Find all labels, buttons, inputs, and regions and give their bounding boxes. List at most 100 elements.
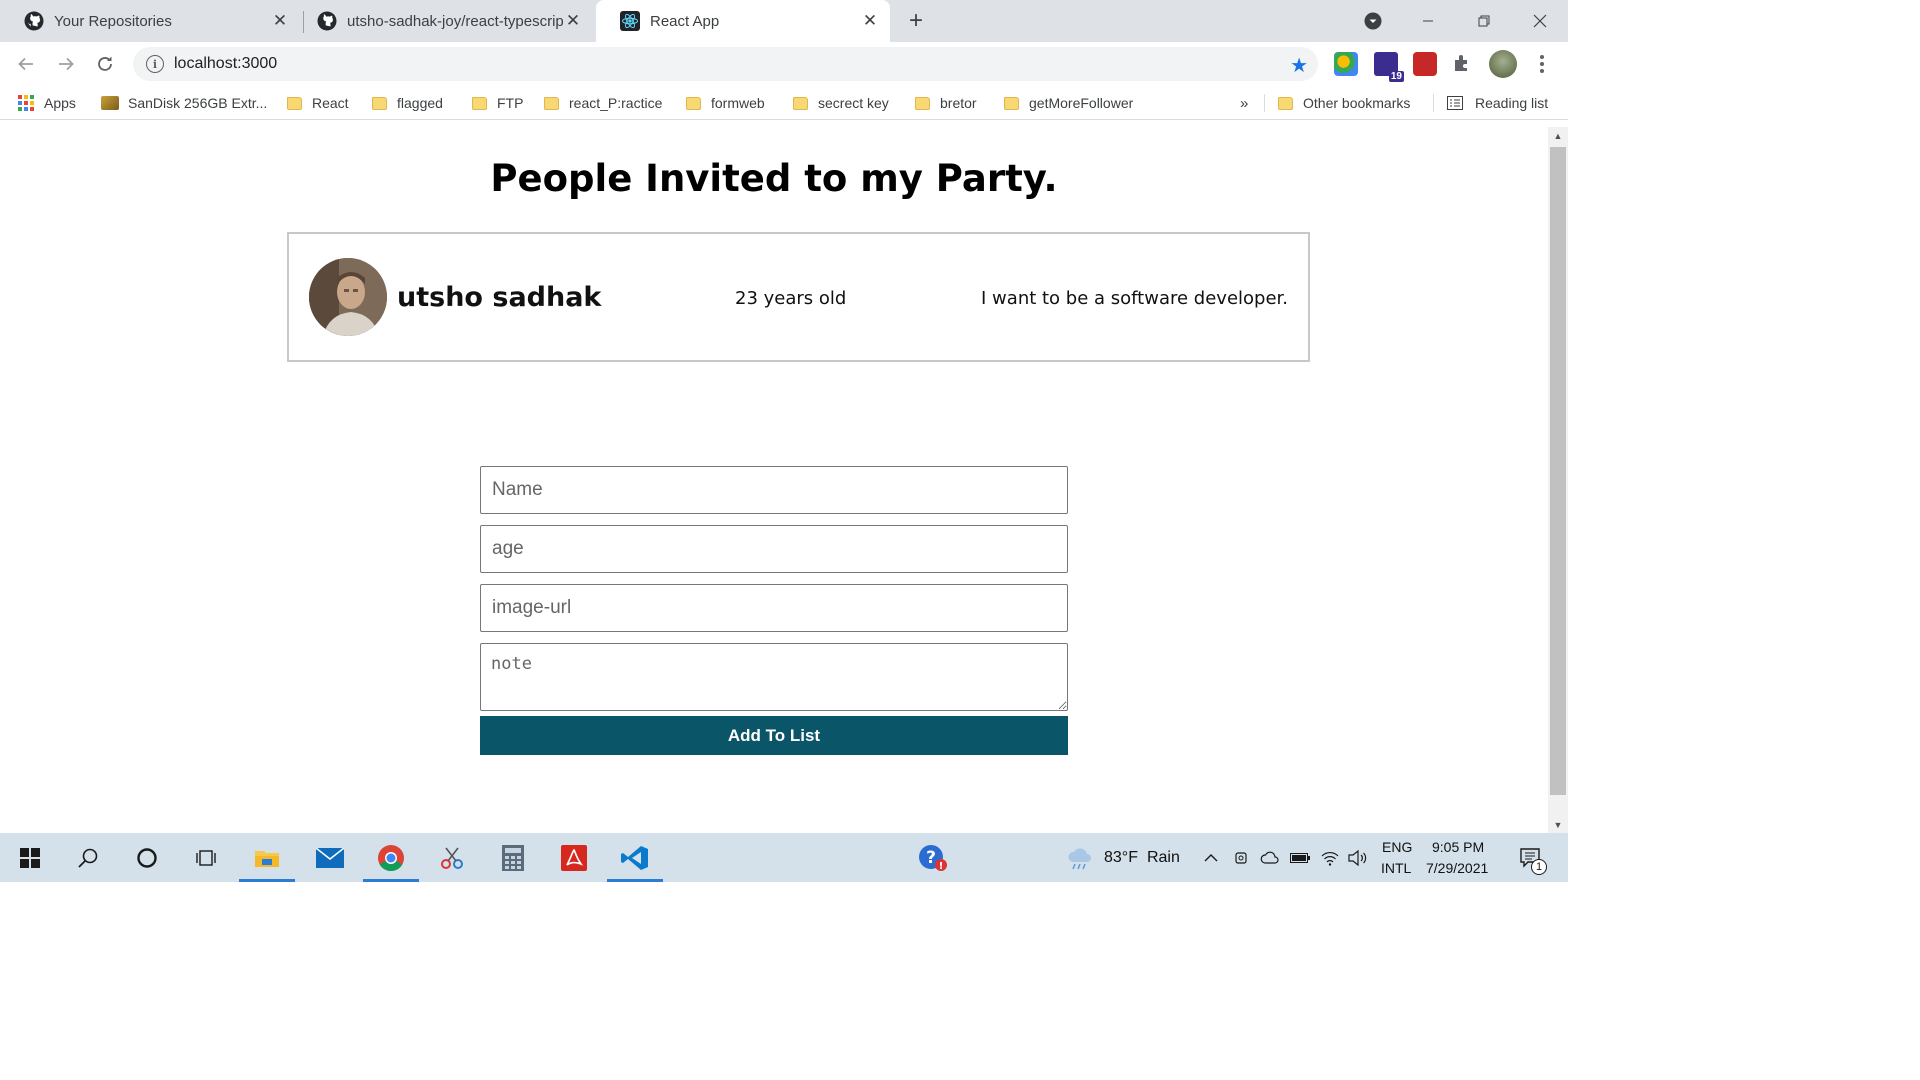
- bookmark-folder-react[interactable]: React: [287, 86, 349, 120]
- tab-title: React App: [650, 12, 720, 30]
- bookmark-label: bretor: [940, 95, 977, 111]
- extension-globe-icon[interactable]: [1334, 52, 1358, 76]
- bookmark-divider: [1264, 94, 1265, 112]
- bookmark-folder-ftp[interactable]: FTP: [472, 86, 523, 120]
- new-tab-button[interactable]: +: [903, 7, 929, 34]
- name-input[interactable]: [480, 466, 1068, 514]
- help-button[interactable]: ?!: [903, 833, 963, 882]
- other-bookmarks-folder[interactable]: Other bookmarks: [1278, 86, 1410, 120]
- bookmark-label: secrect key: [818, 95, 889, 111]
- notification-count: 1: [1531, 859, 1547, 875]
- extensions-puzzle-icon[interactable]: [1451, 52, 1475, 76]
- bookmark-label: React: [312, 95, 349, 111]
- close-icon: [1533, 14, 1547, 28]
- snipping-tool-button[interactable]: [422, 833, 482, 882]
- file-explorer-button[interactable]: [237, 833, 297, 882]
- volume-button[interactable]: [1344, 833, 1372, 882]
- clock-button[interactable]: 9:05 PM 7/29/2021: [1420, 838, 1502, 878]
- meet-now-button[interactable]: [1228, 833, 1256, 882]
- wifi-button[interactable]: [1316, 833, 1344, 882]
- bookmark-folder-formweb[interactable]: formweb: [686, 86, 765, 120]
- close-icon[interactable]: ✕: [270, 11, 290, 31]
- profile-avatar[interactable]: [1489, 50, 1517, 78]
- scroll-thumb[interactable]: [1550, 147, 1566, 795]
- close-icon[interactable]: ✕: [563, 11, 583, 31]
- clock-date: 7/29/2021: [1426, 860, 1489, 876]
- bookmark-label: Reading list: [1475, 95, 1549, 111]
- tab-your-repositories[interactable]: Your Repositories ✕: [0, 0, 300, 42]
- restore-button[interactable]: [1456, 0, 1512, 42]
- close-window-button[interactable]: [1512, 0, 1568, 42]
- minimize-button[interactable]: [1400, 0, 1456, 42]
- bookmark-label: Other bookmarks: [1303, 95, 1411, 111]
- input-language-button[interactable]: ENG INTL: [1378, 838, 1416, 878]
- bookmark-folder-flagged[interactable]: flagged: [372, 86, 443, 120]
- address-bar[interactable]: i localhost:3000 ★: [133, 47, 1318, 81]
- page-scrollbar[interactable]: ▲ ▼: [1548, 127, 1568, 833]
- bookmark-folder-react-practice[interactable]: react_P:ractice: [544, 86, 662, 120]
- tab-react-typescript-repo[interactable]: utsho-sadhak-joy/react-typescrip ✕: [293, 0, 593, 42]
- wifi-icon: [1321, 851, 1339, 866]
- acrobat-button[interactable]: [544, 833, 604, 882]
- weather-widget[interactable]: 83°F Rain: [1066, 833, 1180, 882]
- mail-button[interactable]: [300, 833, 360, 882]
- meet-now-icon: [1235, 851, 1247, 864]
- chevron-down-icon: [1364, 12, 1382, 30]
- back-button[interactable]: [12, 50, 40, 78]
- tab-title: utsho-sadhak-joy/react-typescrip: [347, 12, 563, 30]
- extension-badge: 19: [1388, 71, 1404, 82]
- folder-icon: [686, 96, 701, 110]
- keyboard-layout: INTL: [1381, 860, 1412, 876]
- tab-react-app[interactable]: React App ✕: [596, 0, 890, 42]
- chrome-button[interactable]: [361, 833, 421, 882]
- close-icon[interactable]: ✕: [860, 11, 880, 31]
- note-textarea[interactable]: [480, 643, 1068, 711]
- scissors-icon: [441, 847, 463, 869]
- extension-red-icon[interactable]: [1413, 52, 1437, 76]
- folder-icon: [472, 96, 487, 110]
- cortana-circle-icon: [137, 847, 157, 868]
- info-icon[interactable]: i: [146, 55, 164, 73]
- start-button[interactable]: [0, 833, 60, 882]
- windows-taskbar: ?! 83°F Rain ENG INTL 9:05 PM 7/29/2021 …: [0, 833, 1568, 882]
- bookmark-sandisk[interactable]: SanDisk 256GB Extr...: [101, 86, 267, 120]
- scroll-up-arrow-icon[interactable]: ▲: [1548, 127, 1568, 144]
- github-icon: [317, 11, 337, 31]
- forward-button[interactable]: [52, 50, 80, 78]
- folder-icon: [1278, 96, 1293, 110]
- task-view-button[interactable]: [176, 833, 236, 882]
- menu-kebab-icon[interactable]: [1530, 52, 1554, 76]
- bookmark-folder-bretor[interactable]: bretor: [915, 86, 977, 120]
- calculator-button[interactable]: [483, 833, 543, 882]
- bookmark-folder-secrect-key[interactable]: secrect key: [793, 86, 889, 120]
- scroll-down-arrow-icon[interactable]: ▼: [1548, 816, 1568, 833]
- extension-graduation-icon[interactable]: 19: [1374, 52, 1404, 82]
- image-url-input[interactable]: [480, 584, 1068, 632]
- search-button[interactable]: [58, 833, 118, 882]
- reload-button[interactable]: [91, 50, 119, 78]
- bookmark-label: Apps: [44, 95, 76, 111]
- url-text[interactable]: localhost:3000: [174, 55, 277, 73]
- battery-button[interactable]: [1286, 833, 1314, 882]
- github-icon: [24, 11, 44, 31]
- show-hidden-icons-button[interactable]: [1196, 833, 1226, 882]
- tab-strip: Your Repositories ✕ utsho-sadhak-joy/rea…: [0, 0, 1568, 42]
- bookmark-apps[interactable]: Apps: [18, 86, 76, 120]
- bookmark-label: getMoreFollower: [1029, 95, 1134, 111]
- age-input[interactable]: [480, 525, 1068, 573]
- task-view-icon: [196, 849, 216, 866]
- vscode-button[interactable]: [605, 833, 665, 882]
- mail-icon: [316, 847, 344, 868]
- onedrive-button[interactable]: [1256, 833, 1284, 882]
- reading-list-button[interactable]: Reading list: [1447, 86, 1548, 120]
- language-code: ENG: [1382, 839, 1413, 855]
- bookmark-star-icon[interactable]: ★: [1290, 53, 1308, 78]
- more-bookmarks-button[interactable]: »: [1240, 86, 1248, 120]
- tab-search-button[interactable]: [1345, 0, 1401, 42]
- cortana-button[interactable]: [117, 833, 177, 882]
- sandisk-icon: [101, 96, 119, 110]
- add-to-list-button[interactable]: Add To List: [480, 716, 1068, 755]
- action-center-button[interactable]: 1: [1506, 833, 1556, 882]
- svg-text:?: ?: [926, 848, 936, 868]
- bookmark-folder-getmorefollower[interactable]: getMoreFollower: [1004, 86, 1133, 120]
